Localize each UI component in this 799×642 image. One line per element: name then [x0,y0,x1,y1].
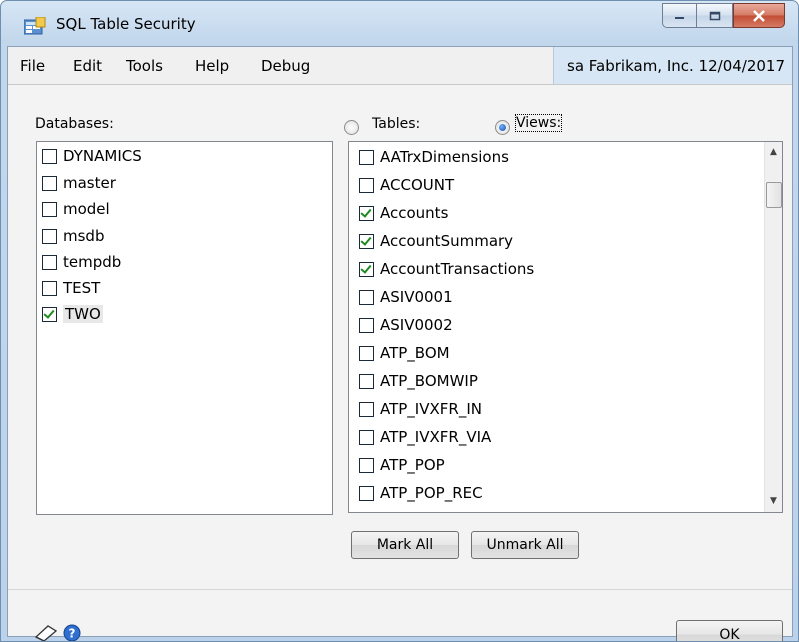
minimize-button[interactable] [662,3,696,28]
mark-all-button[interactable]: Mark All [351,531,459,559]
ok-button[interactable]: OK [676,620,783,641]
tables-radio[interactable] [344,120,359,135]
checkbox[interactable] [42,228,57,244]
checkbox[interactable] [359,177,374,193]
checkbox[interactable] [359,205,374,221]
menu-help[interactable]: Help [195,57,229,75]
list-item[interactable]: master [42,171,116,195]
maximize-icon [709,11,720,20]
list-item[interactable]: AccountTransactions [359,257,534,281]
objects-scrollbar[interactable]: ▲ ▼ [764,142,782,512]
scroll-thumb[interactable] [766,182,782,208]
list-item[interactable]: tempdb [42,250,121,274]
minimize-icon [674,16,684,19]
list-item[interactable]: Accounts [359,201,448,225]
views-label: Views: [514,114,563,132]
checkbox[interactable] [359,317,374,333]
scroll-up-icon[interactable]: ▲ [765,144,782,161]
help-icon[interactable]: ? [62,623,82,642]
checkbox[interactable] [359,485,374,501]
list-item[interactable]: model [42,197,110,221]
checkbox[interactable] [359,289,374,305]
list-item[interactable]: msdb [42,224,104,248]
databases-list[interactable]: DYNAMICS master model msdb tempdb TEST T… [36,141,333,515]
menu-edit[interactable]: Edit [73,57,102,75]
note-icon[interactable] [33,623,59,642]
status-panel: sa Fabrikam, Inc. 12/04/2017 [553,47,792,84]
menu-file[interactable]: File [20,57,45,75]
objects-list[interactable]: AATrxDimensions ACCOUNT Accounts Account… [348,141,783,513]
list-item[interactable]: ATP_POP [359,453,445,477]
client-area: File Edit Tools Help Debug sa Fabrikam, … [7,46,793,641]
close-icon [753,9,765,22]
checkbox[interactable] [42,175,57,191]
unmark-all-button[interactable]: Unmark All [471,531,579,559]
list-item[interactable]: AccountSummary [359,229,513,253]
list-item[interactable]: ACCOUNT [359,173,454,197]
user-company-date: sa Fabrikam, Inc. 12/04/2017 [567,57,786,75]
list-item[interactable]: TEST [42,276,100,300]
checkbox[interactable] [42,254,57,270]
list-item[interactable]: ATP_IVXFR_VIA [359,425,491,449]
menu-debug[interactable]: Debug [261,57,310,75]
checkbox[interactable] [42,148,57,164]
checkbox[interactable] [359,401,374,417]
list-item[interactable]: ASIV0002 [359,313,453,337]
list-item[interactable]: ATP_POP_REC [359,481,483,505]
list-item[interactable]: AATrxDimensions [359,145,509,169]
list-item[interactable]: ATP_BOMWIP [359,369,478,393]
window-app-icon [24,17,46,35]
list-item[interactable]: ASIV0001 [359,285,453,309]
menu-bar: File Edit Tools Help Debug sa Fabrikam, … [8,47,792,85]
list-item[interactable]: ATP_IVXFR_IN [359,397,482,421]
scroll-down-icon[interactable]: ▼ [765,493,782,510]
checkbox[interactable] [359,373,374,389]
checkbox[interactable] [359,457,374,473]
list-item[interactable]: DYNAMICS [42,144,142,168]
caption-buttons [662,3,785,28]
menu-tools[interactable]: Tools [126,57,163,75]
checkbox[interactable] [42,280,57,296]
checkbox[interactable] [42,201,57,217]
checkbox[interactable] [42,306,57,322]
close-button[interactable] [733,3,785,28]
maximize-button[interactable] [696,3,733,28]
list-item[interactable]: ATP_BOM [359,341,450,365]
checkbox[interactable] [359,345,374,361]
checkbox[interactable] [359,429,374,445]
checkbox[interactable] [359,233,374,249]
checkbox[interactable] [359,149,374,165]
window: SQL Table Security File Edit Tools Help … [0,0,799,642]
checkbox[interactable] [359,261,374,277]
title-bar[interactable]: SQL Table Security [1,1,798,45]
databases-label: Databases: [35,116,114,132]
window-title: SQL Table Security [56,15,196,33]
footer-divider [8,589,792,590]
views-radio[interactable] [495,120,510,135]
svg-text:?: ? [69,627,76,641]
list-item[interactable]: TWO [42,302,103,326]
tables-label: Tables: [372,116,421,132]
